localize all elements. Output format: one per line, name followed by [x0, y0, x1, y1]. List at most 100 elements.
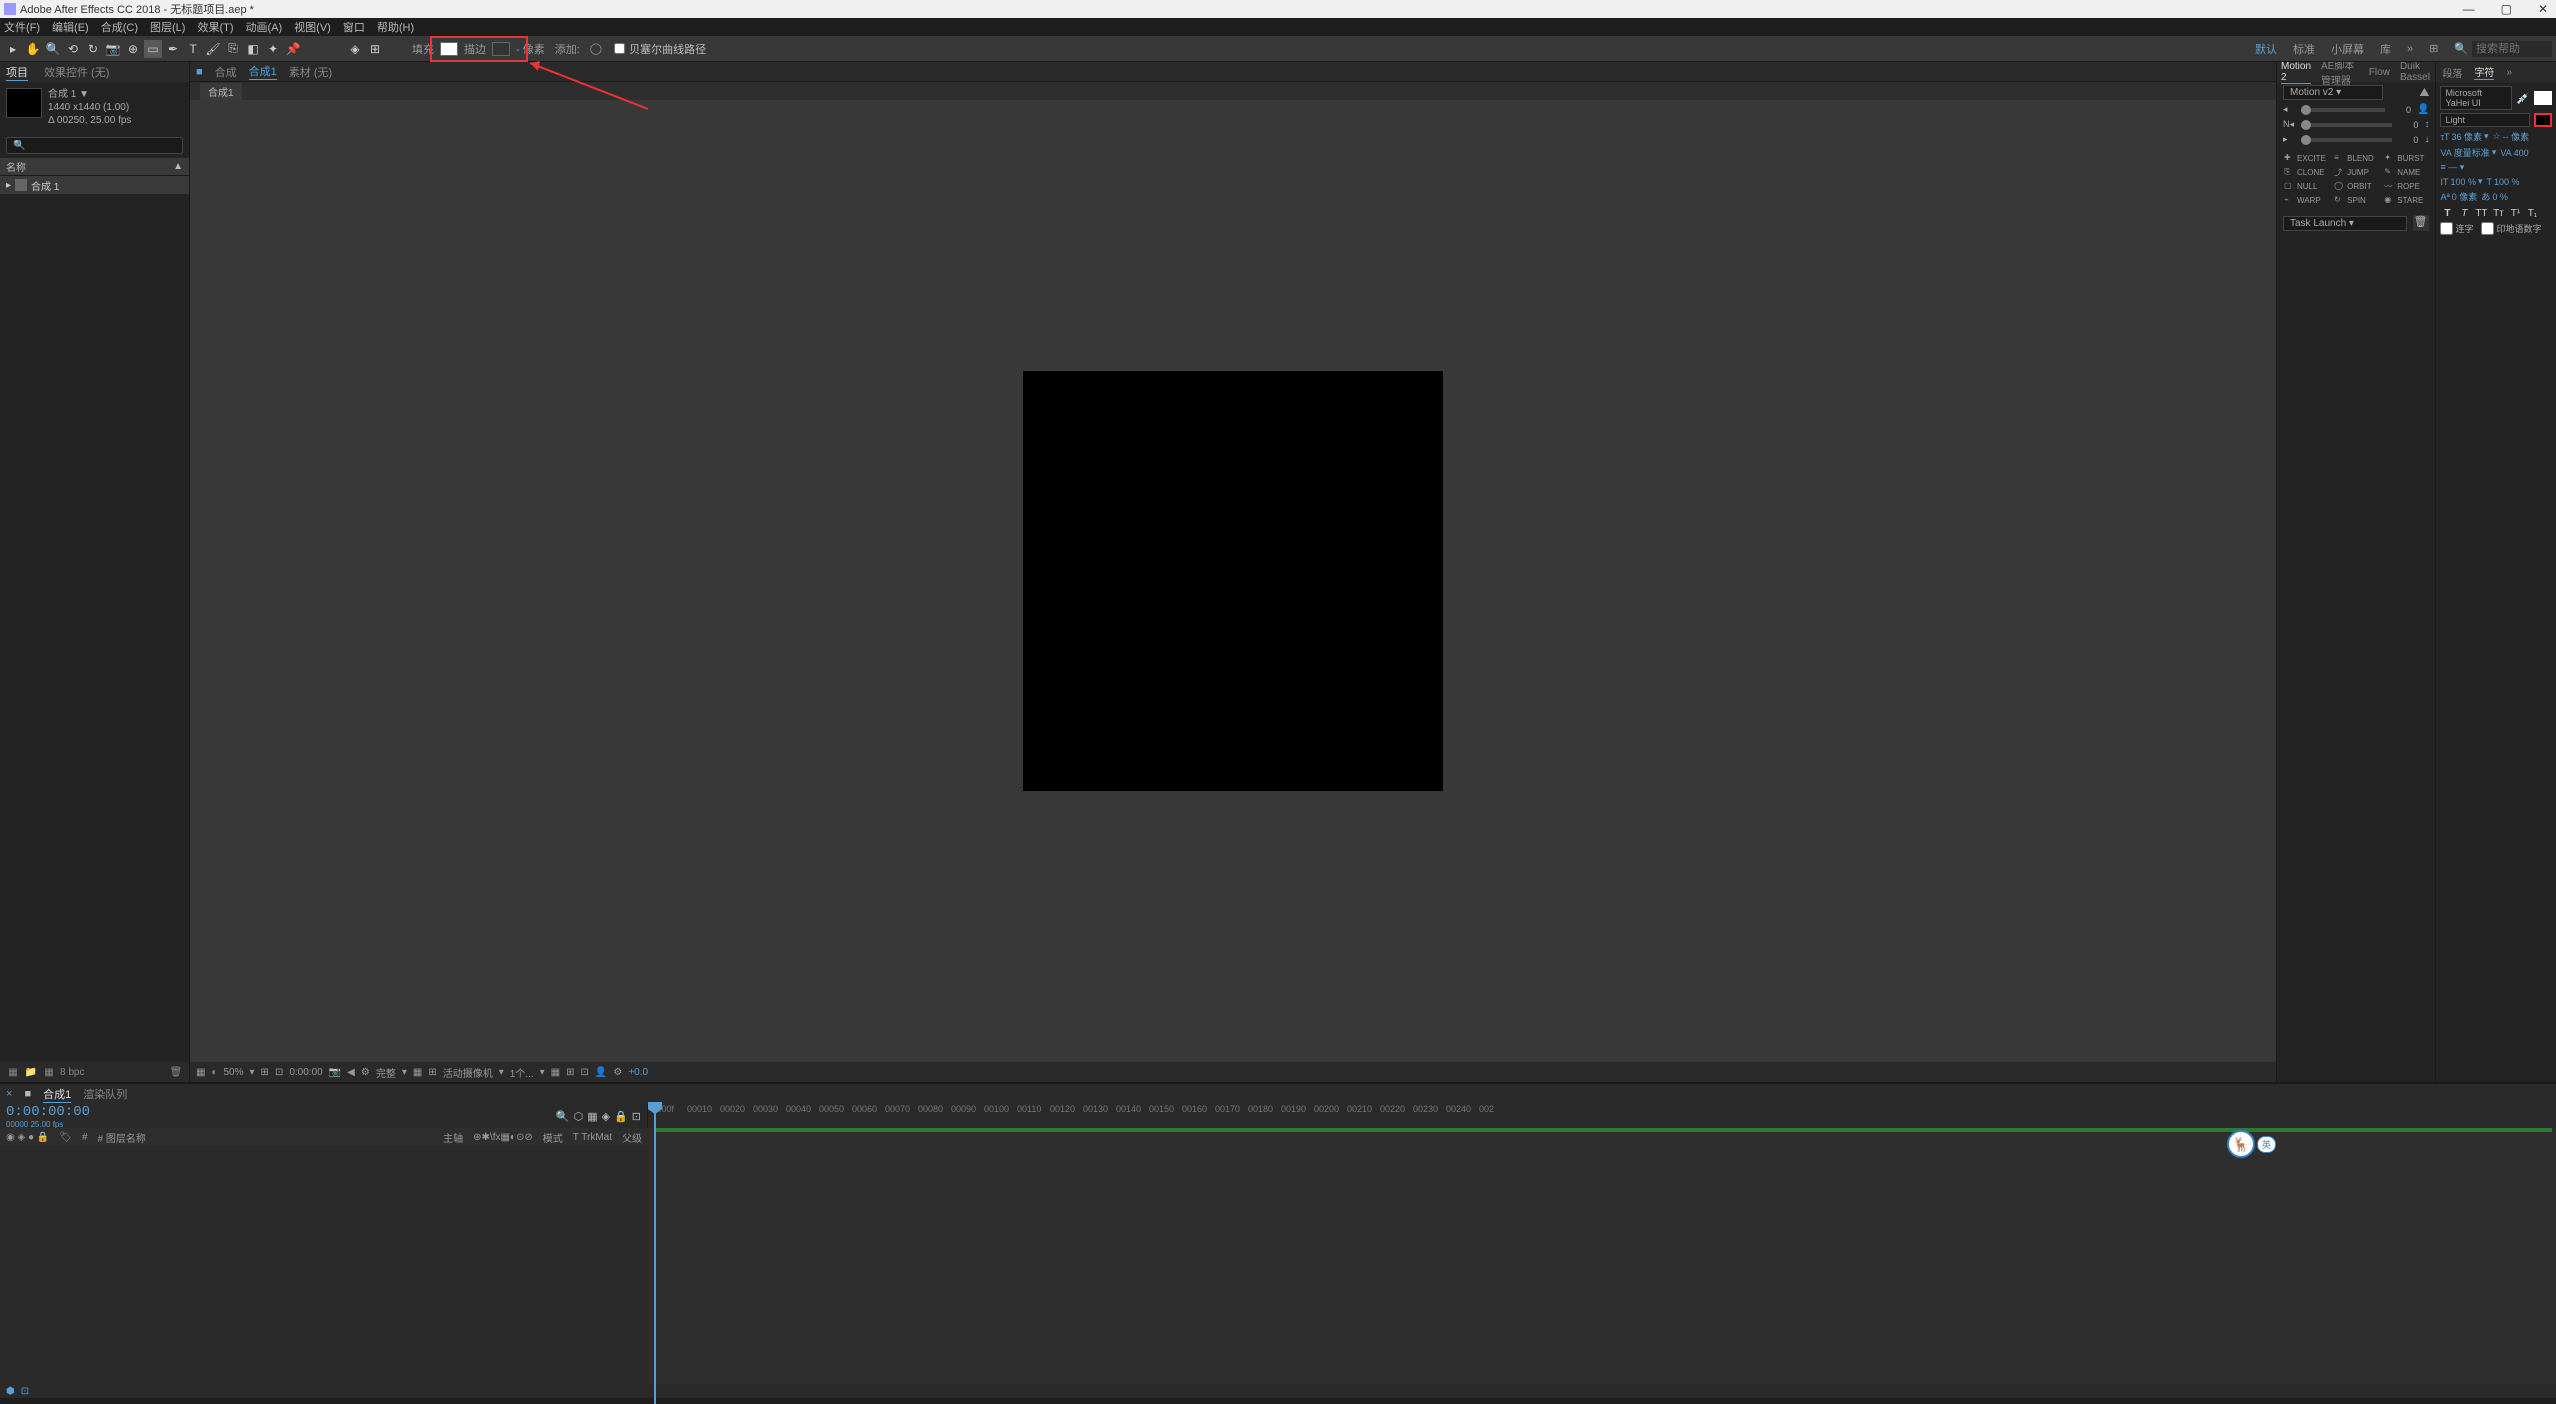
workspace-grid-icon[interactable]: ⊞: [2429, 42, 2438, 55]
clone-tool[interactable]: ⎘: [224, 40, 242, 58]
italic-button[interactable]: T: [2457, 206, 2471, 220]
tab-duik[interactable]: Duik Bassel: [2400, 61, 2432, 83]
views-dd[interactable]: 1个...: [510, 1065, 534, 1080]
burst-button[interactable]: ✦BURST: [2381, 151, 2431, 165]
tl-toggle-icon[interactable]: ×: [6, 1088, 12, 1100]
pen-tool[interactable]: ✒: [164, 40, 182, 58]
excite-button[interactable]: ✚EXCITE: [2281, 151, 2331, 165]
tab-paragraph[interactable]: 段落: [2442, 65, 2462, 80]
magnify-icon[interactable]: ▦: [196, 1067, 205, 1078]
tl-icon1[interactable]: ⬡: [574, 1110, 584, 1123]
project-search-input[interactable]: [6, 137, 183, 154]
guides-btn[interactable]: ⊞: [428, 1067, 436, 1078]
comp-thumbnail[interactable]: [6, 88, 42, 118]
res-icon[interactable]: ⊞: [261, 1067, 269, 1078]
tab-render-queue[interactable]: 渲染队列: [83, 1086, 127, 1102]
v4-icon[interactable]: 👤: [595, 1067, 607, 1078]
project-item[interactable]: ▸ 合成 1: [0, 176, 189, 194]
exposure-display[interactable]: +0.0: [628, 1067, 648, 1078]
col-switches[interactable]: ⊛✱\fx▦◐⊙⊘: [473, 1132, 533, 1143]
workspace-standard[interactable]: 标准: [2293, 41, 2315, 57]
spin-button[interactable]: ↻SPIN: [2331, 193, 2381, 207]
tab-footage[interactable]: 合成: [215, 64, 237, 80]
layer-list[interactable]: [0, 1146, 648, 1388]
font-style-dd[interactable]: Light: [2440, 113, 2530, 127]
rotate-tool[interactable]: ↻: [84, 40, 102, 58]
stroke-dd[interactable]: ≡ — ▾: [2440, 162, 2464, 173]
tab-comp[interactable]: 合成1: [249, 63, 277, 80]
puppet-tool[interactable]: 📌: [284, 40, 302, 58]
roto-tool[interactable]: ✦: [264, 40, 282, 58]
menu-effect[interactable]: 效果(T): [197, 19, 233, 35]
menu-comp[interactable]: 合成(C): [101, 19, 138, 35]
ime-indicator[interactable]: 🦌 英: [2227, 1130, 2276, 1158]
workspace-small[interactable]: 小屏幕: [2331, 41, 2364, 57]
footage-toggle-icon[interactable]: ■: [196, 66, 203, 78]
channel-icon[interactable]: ◀: [347, 1067, 355, 1078]
bpc-label[interactable]: 8 bpc: [60, 1067, 84, 1078]
tracking[interactable]: VA 400: [2500, 148, 2528, 158]
v2-icon[interactable]: ⊞: [566, 1067, 574, 1078]
v1-icon[interactable]: ▦: [551, 1067, 560, 1078]
slider2[interactable]: [2301, 123, 2392, 127]
grid-icon[interactable]: ⊞: [366, 40, 384, 58]
status-icon2[interactable]: ⊡: [21, 1386, 29, 1397]
add-icon[interactable]: ◯: [590, 42, 602, 55]
v5-icon[interactable]: ⚙: [613, 1067, 622, 1078]
tab-timeline-comp[interactable]: 合成1: [43, 1086, 71, 1103]
col-name[interactable]: 名称: [6, 159, 26, 174]
menu-help[interactable]: 帮助(H): [377, 19, 414, 35]
warp-button[interactable]: ⌁WARP: [2281, 193, 2331, 207]
text-stroke-color[interactable]: [2534, 113, 2552, 127]
tab-project[interactable]: 项目: [6, 64, 28, 81]
smallcaps-button[interactable]: Tᴛ: [2491, 206, 2505, 220]
col-av[interactable]: ◉ ◈ ● 🔒: [6, 1132, 49, 1143]
snap-icon[interactable]: ◈: [346, 40, 364, 58]
hscale[interactable]: T 100 %: [2487, 177, 2520, 187]
workspace-library[interactable]: 库: [2380, 41, 2391, 57]
close-button[interactable]: ✕: [2534, 2, 2552, 16]
text-tool[interactable]: T: [184, 40, 202, 58]
menu-view[interactable]: 视图(V): [294, 19, 331, 35]
folder-icon[interactable]: 📁: [24, 1065, 38, 1079]
stare-button[interactable]: ◉STARE: [2381, 193, 2431, 207]
col-mode[interactable]: 模式: [543, 1130, 563, 1145]
quality-dd[interactable]: 完整: [376, 1065, 396, 1080]
allcaps-button[interactable]: TT: [2474, 206, 2488, 220]
zoom-tool[interactable]: 🔍: [44, 40, 62, 58]
camera-tool[interactable]: 📷: [104, 40, 122, 58]
task-delete-icon[interactable]: 🗑: [2413, 215, 2429, 231]
col-trkmat[interactable]: T TrkMat: [573, 1132, 612, 1143]
mountain-icon[interactable]: ⛰: [2419, 85, 2429, 100]
menu-file[interactable]: 文件(F): [4, 19, 40, 35]
collapse-icon[interactable]: ▸: [6, 180, 11, 191]
workspace-more[interactable]: »: [2407, 43, 2413, 55]
tab-motion2[interactable]: Motion 2: [2281, 61, 2311, 84]
new-comp-icon[interactable]: ▦: [42, 1065, 56, 1079]
trash-icon[interactable]: 🗑: [169, 1065, 183, 1079]
camera-dd[interactable]: 活动摄像机: [443, 1065, 493, 1080]
reset-icon[interactable]: ⚙: [361, 1067, 370, 1078]
menu-edit[interactable]: 编辑(E): [52, 19, 89, 35]
comp-breadcrumb[interactable]: 合成1: [200, 83, 242, 100]
vscale[interactable]: IT 100 % ▾: [2440, 176, 2482, 187]
viewer-canvas-area[interactable]: [190, 100, 2276, 1062]
hyphen-checkbox[interactable]: [2440, 222, 2453, 235]
snapshot-icon[interactable]: 📷: [329, 1067, 341, 1078]
kerning[interactable]: VA 度量标准▾: [2440, 146, 2496, 159]
slider1[interactable]: [2301, 108, 2385, 112]
rectangle-tool[interactable]: ▭: [144, 40, 162, 58]
text-fill-color[interactable]: [2534, 91, 2552, 105]
grid-btn[interactable]: ▦: [413, 1067, 422, 1078]
tl-icon3[interactable]: ◈: [602, 1110, 610, 1123]
hindi-checkbox[interactable]: [2481, 222, 2494, 235]
font-family-dd[interactable]: Microsoft YaHei UI: [2440, 86, 2512, 110]
col-master[interactable]: 主轴: [443, 1130, 463, 1145]
bezier-checkbox[interactable]: [614, 43, 625, 54]
jump-button[interactable]: ⤴JUMP: [2331, 165, 2381, 179]
col-num[interactable]: #: [82, 1132, 88, 1143]
current-timecode[interactable]: 0:00:00:00: [6, 1104, 90, 1120]
motion-preset-dd[interactable]: Motion v2 ▾: [2283, 85, 2383, 100]
ctrl-icon[interactable]: ⊡: [275, 1067, 283, 1078]
col-label[interactable]: 🏷: [59, 1132, 72, 1143]
